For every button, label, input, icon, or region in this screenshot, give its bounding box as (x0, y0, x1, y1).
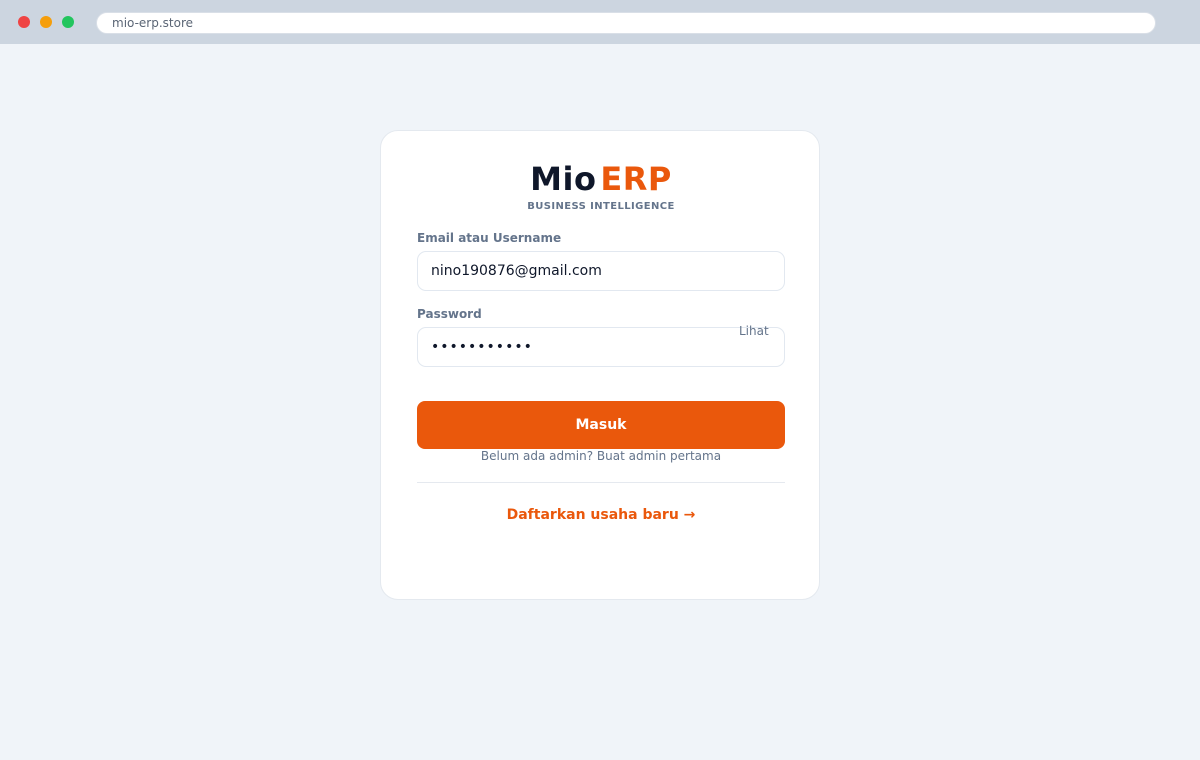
email-label: Email atau Username (417, 231, 562, 245)
minimize-dot-icon[interactable] (40, 16, 52, 28)
login-card: Mio ERP BUSINESS INTELLIGENCE Email atau … (380, 130, 820, 600)
email-input[interactable] (417, 251, 785, 291)
divider (417, 482, 785, 483)
password-label: Password (417, 307, 482, 321)
close-dot-icon[interactable] (18, 16, 30, 28)
brand-logo: Mio ERP (381, 161, 821, 197)
address-bar[interactable]: mio-erp.store (96, 12, 1156, 34)
create-admin-link[interactable]: Belum ada admin? Buat admin pertama (381, 449, 821, 463)
brand-tagline: BUSINESS INTELLIGENCE (527, 201, 675, 212)
login-button[interactable]: Masuk (417, 401, 785, 449)
browser-chrome: mio-erp.store (0, 0, 1200, 44)
brand-name-erp: ERP (600, 160, 672, 198)
register-business-link[interactable]: Daftarkan usaha baru → (381, 507, 821, 523)
password-input[interactable] (417, 327, 785, 367)
maximize-dot-icon[interactable] (62, 16, 74, 28)
show-password-toggle[interactable]: Lihat (739, 324, 769, 338)
brand-name-mio: Mio (530, 160, 597, 198)
